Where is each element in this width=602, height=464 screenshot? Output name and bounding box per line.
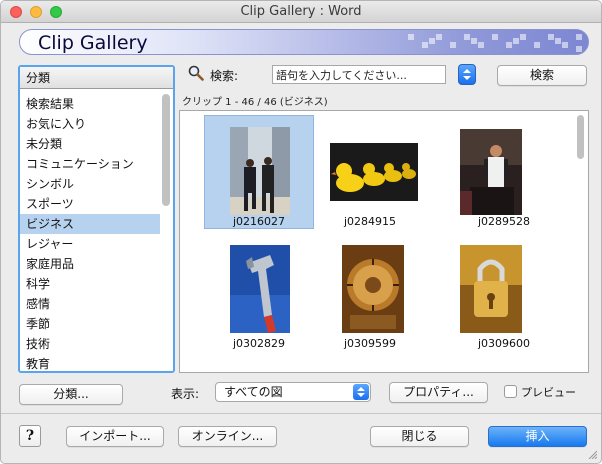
category-item[interactable]: 感情 xyxy=(20,294,160,314)
clip-label: j0284915 xyxy=(343,215,397,228)
properties-button[interactable]: プロパティ... xyxy=(389,382,488,403)
clip-item[interactable]: j0309600 xyxy=(448,233,560,355)
category-item[interactable]: シンボル xyxy=(20,174,160,194)
clip-count-text: クリップ 1 - 46 / 46 (ビジネス) xyxy=(182,97,328,108)
select-arrows-icon xyxy=(353,384,369,400)
preview-label: プレビュー xyxy=(521,386,576,399)
category-list-panel[interactable]: 分類 検索結果 お気に入り 未分類 コミュニケーション シンボル スポーツ ビジ… xyxy=(18,65,175,373)
safe-dial-icon xyxy=(342,245,404,333)
search-button[interactable]: 検索 xyxy=(497,65,587,86)
category-item[interactable]: 科学 xyxy=(20,274,160,294)
category-list[interactable]: 検索結果 お気に入り 未分類 コミュニケーション シンボル スポーツ ビジネス … xyxy=(20,94,160,374)
clip-label: j0216027 xyxy=(232,215,286,228)
category-item[interactable]: 検索結果 xyxy=(20,94,160,114)
resize-grip-icon[interactable] xyxy=(587,449,597,459)
show-type-select[interactable]: すべての図 xyxy=(215,382,371,402)
category-item[interactable]: スポーツ xyxy=(20,194,160,214)
clip-item[interactable]: j0289528 xyxy=(448,111,560,233)
category-item[interactable]: 技術 xyxy=(20,334,160,354)
category-item[interactable]: 未分類 xyxy=(20,134,160,154)
category-button[interactable]: 分類... xyxy=(19,384,123,405)
show-type-value: すべての図 xyxy=(224,385,283,399)
category-header: 分類 xyxy=(20,67,173,89)
import-button[interactable]: インポート... xyxy=(66,426,164,447)
category-item[interactable]: 季節 xyxy=(20,314,160,334)
category-item[interactable]: コミュニケーション xyxy=(20,154,160,174)
magnifier-icon xyxy=(188,65,204,81)
category-scrollbar[interactable] xyxy=(162,94,170,206)
presenter-icon xyxy=(460,129,522,215)
clip-item[interactable]: j0302829 xyxy=(180,233,292,355)
footer-separator xyxy=(1,413,601,414)
preview-checkbox[interactable] xyxy=(504,385,517,398)
search-label: 検索: xyxy=(210,69,239,83)
close-button[interactable]: 閉じる xyxy=(370,426,469,447)
insert-button[interactable]: 挿入 xyxy=(488,426,587,447)
clip-label: j0302829 xyxy=(232,337,286,350)
clip-item[interactable]: j0216027 xyxy=(180,111,314,233)
window-title: Clip Gallery : Word xyxy=(240,4,362,19)
clip-label: j0289528 xyxy=(477,215,531,228)
category-item[interactable]: 家庭用品 xyxy=(20,254,160,274)
search-input[interactable] xyxy=(272,65,446,84)
clip-gallery-banner: Clip Gallery xyxy=(19,29,589,55)
category-item[interactable]: レジャー xyxy=(20,234,160,254)
clip-item[interactable]: j0284915 xyxy=(314,111,426,233)
clip-label: j0309599 xyxy=(343,337,397,350)
banner-title: Clip Gallery xyxy=(38,32,148,54)
clip-grid[interactable]: j0216027 j0284915 j0289528 j0302829 j030… xyxy=(179,110,589,373)
padlock-icon xyxy=(460,245,522,333)
category-item[interactable]: 教育 xyxy=(20,354,160,374)
help-button[interactable]: ? xyxy=(19,425,41,447)
hammer-icon xyxy=(230,245,290,333)
title-bar[interactable]: Clip Gallery : Word xyxy=(1,1,601,23)
online-button[interactable]: オンライン... xyxy=(178,426,277,447)
category-item[interactable]: お気に入り xyxy=(20,114,160,134)
clip-grid-scrollbar[interactable] xyxy=(577,115,584,159)
up-down-arrows-icon xyxy=(463,69,471,80)
search-history-stepper[interactable] xyxy=(458,64,476,85)
banner-pattern-icon xyxy=(408,34,582,52)
show-label: 表示: xyxy=(171,387,200,401)
clip-gallery-window: Clip Gallery : Word Clip Gallery 分類 検索結果… xyxy=(0,0,602,464)
clip-label: j0309600 xyxy=(477,337,531,350)
clip-item[interactable]: j0309599 xyxy=(314,233,426,355)
category-item-selected[interactable]: ビジネス xyxy=(20,214,160,234)
businessmen-walking-icon xyxy=(230,127,290,215)
rubber-ducks-icon xyxy=(330,143,418,201)
